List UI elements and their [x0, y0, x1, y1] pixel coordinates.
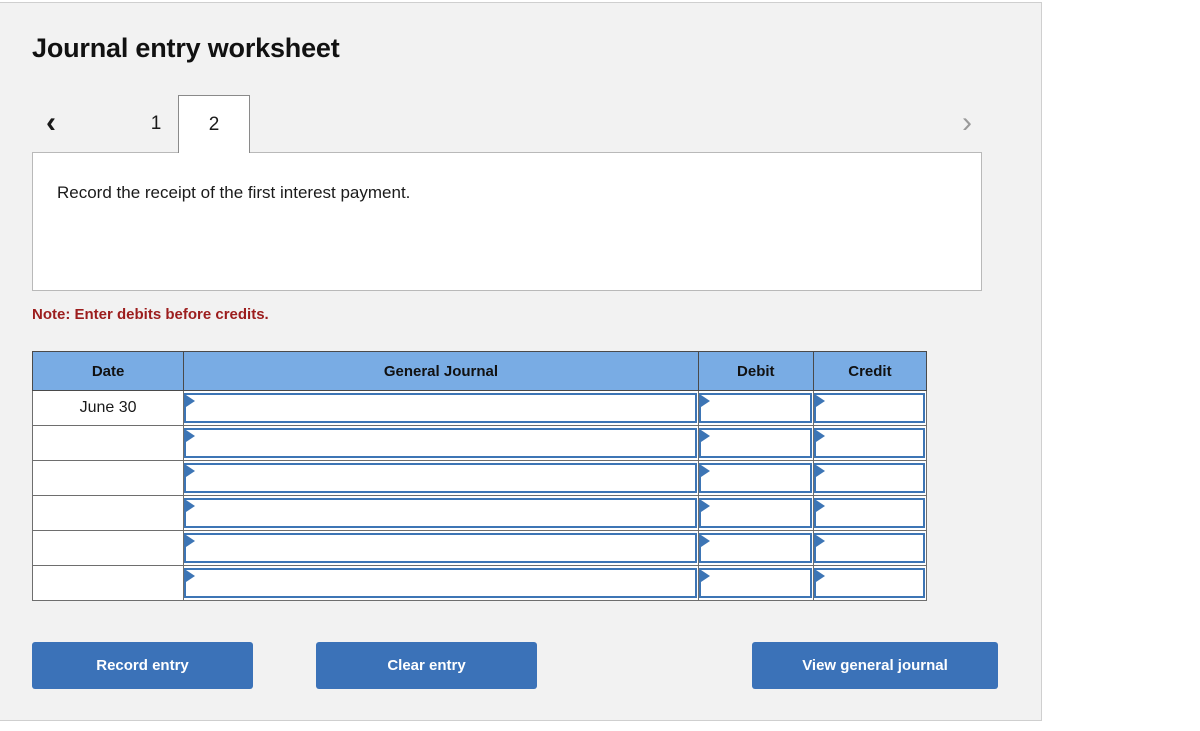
page-title: Journal entry worksheet: [32, 33, 340, 63]
column-header-debit: Debit: [697, 351, 814, 391]
column-header-general-journal: General Journal: [183, 351, 699, 391]
dropdown-caret-icon: [700, 395, 710, 407]
dropdown-caret-icon: [700, 500, 710, 512]
debit-input[interactable]: [698, 533, 812, 563]
worksheet-tab-strip: ‹ 1 2 ›: [32, 95, 992, 153]
dropdown-caret-icon: [186, 395, 196, 407]
credit-cell[interactable]: [812, 460, 928, 496]
credit-input[interactable]: [813, 463, 925, 493]
debits-before-credits-note: Note: Enter debits before credits.: [32, 306, 269, 323]
screenshot-root: Journal entry worksheet ‹ 1 2 › Record t…: [0, 0, 1200, 731]
date-cell[interactable]: [31, 460, 185, 496]
dropdown-caret-icon: [700, 430, 710, 442]
debit-input[interactable]: [698, 568, 812, 598]
dropdown-caret-icon: [186, 500, 196, 512]
chevron-right-icon[interactable]: ›: [950, 95, 984, 151]
table-row: [31, 425, 928, 461]
entry-description-box: Record the receipt of the first interest…: [32, 152, 982, 291]
dropdown-caret-icon: [815, 465, 825, 477]
table-row: [31, 460, 928, 496]
dropdown-caret-icon: [186, 535, 196, 547]
general-journal-cell[interactable]: [183, 390, 699, 426]
dropdown-caret-icon: [700, 535, 710, 547]
debit-input[interactable]: [698, 463, 812, 493]
entry-description-text: Record the receipt of the first interest…: [57, 183, 411, 202]
table-row: [31, 530, 928, 566]
credit-input[interactable]: [813, 498, 925, 528]
dropdown-caret-icon: [815, 535, 825, 547]
general-journal-cell[interactable]: [183, 460, 699, 496]
date-cell[interactable]: June 30: [31, 390, 185, 426]
dropdown-caret-icon: [815, 570, 825, 582]
dropdown-caret-icon: [186, 465, 196, 477]
date-cell[interactable]: [31, 565, 185, 601]
debit-cell[interactable]: [697, 565, 814, 601]
general-journal-input[interactable]: [184, 498, 697, 528]
debit-cell[interactable]: [697, 460, 814, 496]
debit-cell[interactable]: [697, 495, 814, 531]
debit-input[interactable]: [698, 393, 812, 423]
general-journal-input[interactable]: [184, 463, 697, 493]
table-row: [31, 495, 928, 531]
tab-page-2[interactable]: 2: [178, 95, 250, 153]
general-journal-input[interactable]: [184, 428, 697, 458]
journal-entry-panel: Journal entry worksheet ‹ 1 2 › Record t…: [0, 2, 1042, 721]
debit-cell[interactable]: [697, 425, 814, 461]
chevron-left-icon[interactable]: ‹: [34, 95, 68, 151]
date-cell[interactable]: [31, 495, 185, 531]
table-row: [31, 565, 928, 601]
general-journal-cell[interactable]: [183, 530, 699, 566]
debit-cell[interactable]: [697, 390, 814, 426]
credit-input[interactable]: [813, 533, 925, 563]
dropdown-caret-icon: [815, 395, 825, 407]
dropdown-caret-icon: [186, 570, 196, 582]
column-header-date: Date: [31, 351, 185, 391]
dropdown-caret-icon: [700, 570, 710, 582]
debit-cell[interactable]: [697, 530, 814, 566]
general-journal-input[interactable]: [184, 568, 697, 598]
view-general-journal-button[interactable]: View general journal: [752, 642, 998, 689]
date-cell[interactable]: [31, 530, 185, 566]
clear-entry-button[interactable]: Clear entry: [316, 642, 537, 689]
credit-input[interactable]: [813, 428, 925, 458]
table-header-row: Date General Journal Debit Credit: [31, 351, 928, 391]
general-journal-input[interactable]: [184, 393, 697, 423]
credit-input[interactable]: [813, 568, 925, 598]
dropdown-caret-icon: [186, 430, 196, 442]
credit-input[interactable]: [813, 393, 925, 423]
record-entry-button[interactable]: Record entry: [32, 642, 253, 689]
debit-input[interactable]: [698, 498, 812, 528]
credit-cell[interactable]: [812, 530, 928, 566]
dropdown-caret-icon: [700, 465, 710, 477]
general-journal-input[interactable]: [184, 533, 697, 563]
journal-entry-table: Date General Journal Debit Credit June 3…: [31, 351, 928, 601]
dropdown-caret-icon: [815, 500, 825, 512]
column-header-credit: Credit: [812, 351, 928, 391]
debit-input[interactable]: [698, 428, 812, 458]
credit-cell[interactable]: [812, 425, 928, 461]
credit-cell[interactable]: [812, 565, 928, 601]
date-cell[interactable]: [31, 425, 185, 461]
credit-cell[interactable]: [812, 390, 928, 426]
general-journal-cell[interactable]: [183, 495, 699, 531]
general-journal-cell[interactable]: [183, 565, 699, 601]
dropdown-caret-icon: [815, 430, 825, 442]
table-row: June 30: [31, 390, 928, 426]
general-journal-cell[interactable]: [183, 425, 699, 461]
credit-cell[interactable]: [812, 495, 928, 531]
